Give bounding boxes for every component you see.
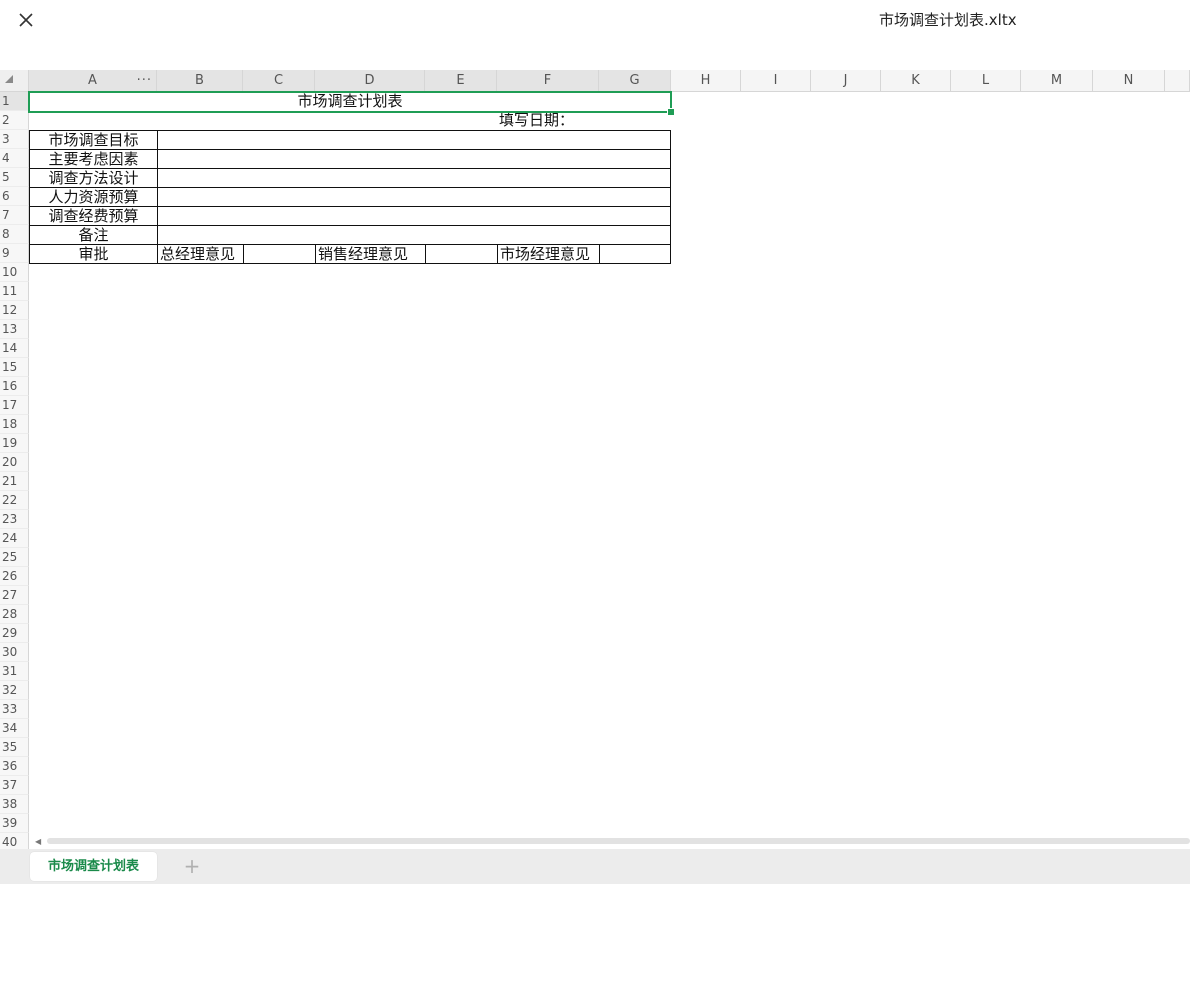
- sheet-tab-bar: 市场调查计划表 +: [0, 849, 1190, 884]
- value-cell-target[interactable]: [157, 130, 671, 150]
- value-cell-method[interactable]: [157, 168, 671, 188]
- column-header-j[interactable]: J: [811, 70, 881, 92]
- row-header[interactable]: 13: [0, 320, 29, 339]
- row-header[interactable]: 30: [0, 643, 29, 662]
- value-cell-factors[interactable]: [157, 149, 671, 169]
- row-header[interactable]: 26: [0, 567, 29, 586]
- scroll-left-icon[interactable]: ◀: [35, 837, 41, 846]
- label-cell-factors[interactable]: 主要考虑因素: [29, 149, 158, 169]
- row-header[interactable]: 5: [0, 168, 29, 187]
- row-header[interactable]: 15: [0, 358, 29, 377]
- column-header-label: A: [88, 73, 97, 88]
- row-header[interactable]: 8: [0, 225, 29, 244]
- column-header-i[interactable]: I: [741, 70, 811, 92]
- cell-selection: [28, 91, 672, 113]
- cell-grid[interactable]: 市场调查计划表 填写日期： 市场调查目标 主要考虑因素 调查方法设计 人力资源预…: [28, 91, 1190, 850]
- row-header[interactable]: 22: [0, 491, 29, 510]
- row-header[interactable]: 4: [0, 149, 29, 168]
- row-header[interactable]: 6: [0, 187, 29, 206]
- top-bar: 市场调查计划表.xltx: [0, 0, 1190, 40]
- row-header[interactable]: 31: [0, 662, 29, 681]
- file-title: 市场调查计划表.xltx: [879, 11, 1017, 29]
- column-header-o[interactable]: [1165, 70, 1190, 92]
- add-sheet-button[interactable]: +: [182, 855, 202, 877]
- row-header[interactable]: 7: [0, 206, 29, 225]
- row-header[interactable]: 28: [0, 605, 29, 624]
- spreadsheet-area: A ··· B C D E F G H I J K L M N 12345678…: [0, 70, 1190, 852]
- scrollbar-thumb[interactable]: [47, 838, 1190, 844]
- column-header-h[interactable]: H: [671, 70, 741, 92]
- label-cell-fund-budget[interactable]: 调查经费预算: [29, 206, 158, 226]
- row-header[interactable]: 12: [0, 301, 29, 320]
- column-header-e[interactable]: E: [425, 70, 497, 92]
- row-header[interactable]: 19: [0, 434, 29, 453]
- row-header[interactable]: 34: [0, 719, 29, 738]
- row-header[interactable]: 36: [0, 757, 29, 776]
- row-header[interactable]: 18: [0, 415, 29, 434]
- row-header[interactable]: 10: [0, 263, 29, 282]
- row-header[interactable]: 23: [0, 510, 29, 529]
- market-opinion-cell[interactable]: 市场经理意见: [497, 244, 600, 264]
- column-header-c[interactable]: C: [243, 70, 315, 92]
- row-header[interactable]: 21: [0, 472, 29, 491]
- column-header-d[interactable]: D: [315, 70, 425, 92]
- sales-opinion-cell[interactable]: 销售经理意见: [315, 244, 426, 264]
- sales-opinion-value-cell[interactable]: [425, 244, 498, 264]
- row-header[interactable]: 16: [0, 377, 29, 396]
- row-header[interactable]: 25: [0, 548, 29, 567]
- value-cell-remarks[interactable]: [157, 225, 671, 245]
- row-header[interactable]: 27: [0, 586, 29, 605]
- row-header[interactable]: 29: [0, 624, 29, 643]
- row-header[interactable]: 20: [0, 453, 29, 472]
- label-cell-remarks[interactable]: 备注: [29, 225, 158, 245]
- column-header-k[interactable]: K: [881, 70, 951, 92]
- close-button[interactable]: [14, 8, 38, 32]
- row-header[interactable]: 33: [0, 700, 29, 719]
- plus-icon: +: [183, 854, 201, 878]
- row-header[interactable]: 9: [0, 244, 29, 263]
- label-cell-hr-budget[interactable]: 人力资源预算: [29, 187, 158, 207]
- column-header-a[interactable]: A ···: [29, 70, 157, 92]
- value-cell-hr-budget[interactable]: [157, 187, 671, 207]
- value-cell-fund-budget[interactable]: [157, 206, 671, 226]
- sheet-tab-active[interactable]: 市场调查计划表: [30, 852, 157, 881]
- row-header[interactable]: 3: [0, 130, 29, 149]
- column-header-n[interactable]: N: [1093, 70, 1165, 92]
- row-header[interactable]: 39: [0, 814, 29, 833]
- row-header[interactable]: 2: [0, 111, 29, 130]
- row-header[interactable]: 35: [0, 738, 29, 757]
- row-header[interactable]: 37: [0, 776, 29, 795]
- column-header-l[interactable]: L: [951, 70, 1021, 92]
- close-icon: [19, 13, 33, 27]
- label-cell-target[interactable]: 市场调查目标: [29, 130, 158, 150]
- fill-handle[interactable]: [667, 108, 675, 116]
- date-label-cell[interactable]: 填写日期：: [497, 111, 671, 130]
- row-header[interactable]: 1: [0, 92, 29, 111]
- horizontal-scrollbar[interactable]: ◀: [29, 836, 1190, 846]
- gm-opinion-cell[interactable]: 总经理意见: [157, 244, 244, 264]
- column-headers: A ··· B C D E F G H I J K L M N: [29, 70, 1190, 92]
- row-header[interactable]: 14: [0, 339, 29, 358]
- approval-label-cell[interactable]: 审批: [29, 244, 158, 264]
- market-opinion-value-cell[interactable]: [599, 244, 671, 264]
- label-cell-method[interactable]: 调查方法设计: [29, 168, 158, 188]
- row-header[interactable]: 17: [0, 396, 29, 415]
- row-header[interactable]: 11: [0, 282, 29, 301]
- gm-opinion-value-cell[interactable]: [243, 244, 316, 264]
- column-header-g[interactable]: G: [599, 70, 671, 92]
- row-header[interactable]: 38: [0, 795, 29, 814]
- column-header-b[interactable]: B: [157, 70, 243, 92]
- row-header[interactable]: 24: [0, 529, 29, 548]
- column-header-m[interactable]: M: [1021, 70, 1093, 92]
- row-header[interactable]: 32: [0, 681, 29, 700]
- column-header-f[interactable]: F: [497, 70, 599, 92]
- hidden-columns-icon[interactable]: ···: [137, 70, 152, 92]
- select-all-corner[interactable]: [0, 70, 29, 92]
